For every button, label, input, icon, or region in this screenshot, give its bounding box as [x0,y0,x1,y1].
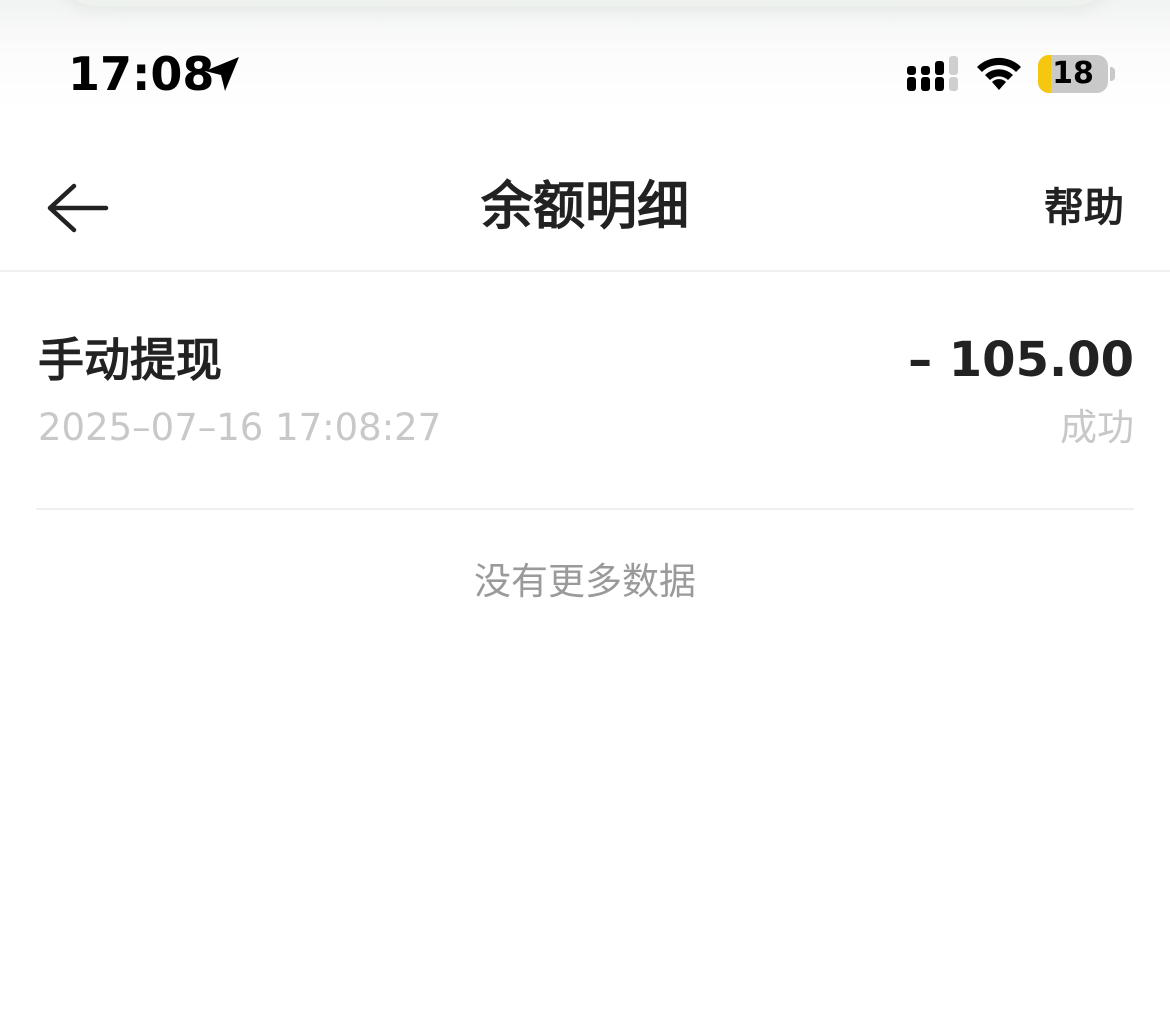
battery-cap [1110,67,1115,81]
battery-icon: 18 [1038,55,1108,93]
cellular-signal-icon [907,56,958,91]
balance-detail-screen: 17:08 18 余额明细 帮助 手动提现 – 105.00 2025–07–1… [0,0,1170,1029]
list-item[interactable]: 手动提现 – 105.00 2025–07–16 17:08:27 成功 [36,272,1134,510]
record-title: 手动提现 [38,333,222,387]
status-time: 17:08 [68,47,215,101]
wifi-icon [977,57,1021,90]
status-bar: 17:08 18 [0,0,1170,120]
help-button[interactable]: 帮助 [1044,180,1124,236]
battery-level: 18 [1052,56,1094,91]
record-amount: – 105.00 [908,332,1134,388]
record-time: 2025–07–16 17:08:27 [38,406,442,449]
no-more-data-text: 没有更多数据 [474,560,696,603]
page-title: 余额明细 [480,177,689,237]
location-arrow-icon [205,57,239,91]
record-status: 成功 [1060,406,1134,449]
nav-bar: 余额明细 帮助 [0,140,1170,272]
